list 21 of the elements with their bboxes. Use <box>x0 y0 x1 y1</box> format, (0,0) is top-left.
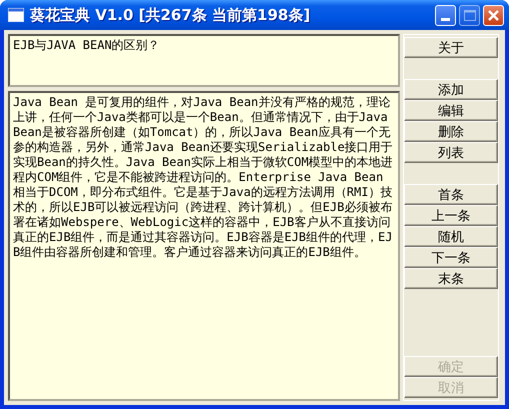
close-button[interactable] <box>483 4 504 26</box>
toolbar-button[interactable]: 添加 <box>404 79 498 100</box>
toolbar-button[interactable]: 删除 <box>404 121 498 142</box>
maximize-icon <box>464 10 476 20</box>
minimize-button[interactable] <box>435 4 456 26</box>
toolbar-button[interactable]: 末条 <box>404 268 498 289</box>
toolbar-button[interactable]: 随机 <box>404 226 498 247</box>
toolbar-button[interactable]: 下一条 <box>404 247 498 268</box>
toolbar-button[interactable]: 关于 <box>404 37 498 58</box>
toolbar-button[interactable]: 列表 <box>404 142 498 163</box>
close-icon <box>488 10 499 20</box>
window-icon <box>8 8 24 22</box>
window-title: 葵花宝典 V1.0 [共267条 当前第198条] <box>30 6 312 24</box>
answer-text: Java Bean 是可复用的组件，对Java Bean并没有严格的规范，理论上讲，任何一个Java类都可以是一个Bean。但通常情况下，由于Java Bean是被容器所创建（如Tomcat）的，所以Java Bean应具有一个无参的构造器，另外，通常Java Bean还要实现Serializable接口用于实现Bean的持久性。Java Bean实际上相当于微软COM模型中的本地进程内COM组件，它是不能被跨进程访问的。Enterprise Java Bean 相当于DCOM，即分布式组件。它是基于Java的远程方法调用（RMI）技术的，所以EJB可以被远程访问（跨进程、跨计算机）。但EJB必须被布署在诸如Webspere、WebLogic这样的容器中，EJB客户从不直接访问真正的EJB组件，而是通过其容器访问。EJB容器是EJB组件的代理，EJB组件由容器所创建和管理。客户通过容器来访问真正的EJB组件。 <box>13 95 393 259</box>
question-field[interactable]: EJB与JAVA BEAN的区别？ <box>8 34 400 87</box>
toolbar-button[interactable]: 首条 <box>404 184 498 205</box>
minimize-icon <box>441 18 450 20</box>
toolbar-button[interactable]: 编辑 <box>404 100 498 121</box>
question-text: EJB与JAVA BEAN的区别？ <box>13 38 160 52</box>
toolbar-button[interactable]: 上一条 <box>404 205 498 226</box>
answer-field[interactable] <box>8 91 400 401</box>
